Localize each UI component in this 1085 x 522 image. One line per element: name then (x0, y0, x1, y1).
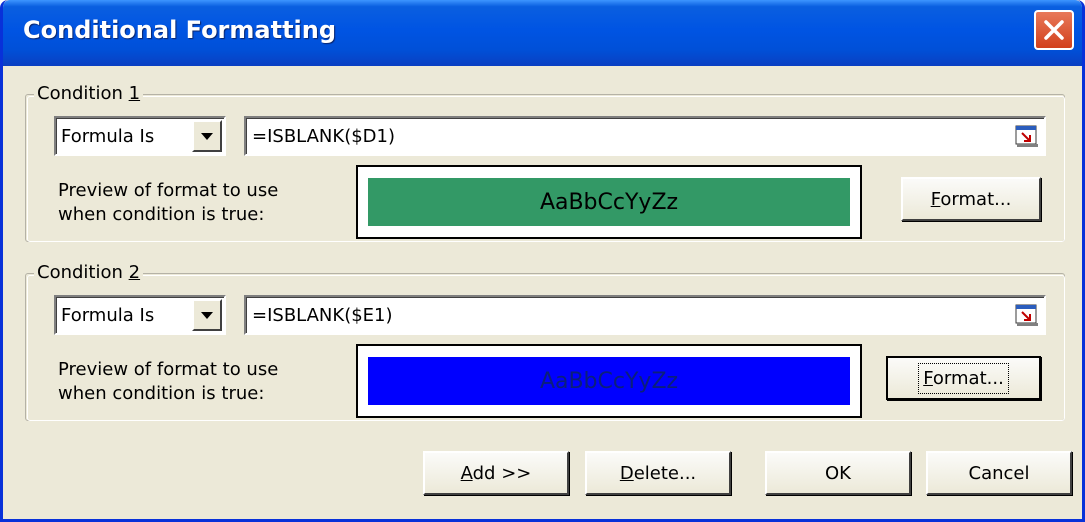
condition-2-type-select[interactable]: Formula Is (54, 295, 226, 335)
condition-2-type-value: Formula Is (61, 305, 155, 326)
close-icon (1044, 20, 1064, 40)
condition-2-preview-label: Preview of format to use when condition … (58, 359, 279, 404)
cancel-button[interactable]: Cancel (926, 451, 1072, 495)
condition-1-legend: Condition 1 (34, 83, 144, 104)
dialog-title: Conditional Formatting (23, 16, 337, 44)
condition-2-format-button[interactable]: Format... (886, 356, 1041, 400)
collapse-dialog-icon[interactable] (1014, 123, 1040, 149)
chevron-down-icon[interactable] (192, 120, 222, 152)
condition-2-formula-input[interactable]: =ISBLANK($E1) (244, 295, 1046, 335)
condition-1-type-value: Formula Is (61, 126, 155, 147)
condition-2-formula-value: =ISBLANK($E1) (252, 305, 393, 326)
condition-2-legend: Condition 2 (34, 262, 144, 283)
add-button[interactable]: Add >> (423, 451, 569, 495)
title-bar[interactable]: Conditional Formatting (3, 0, 1082, 66)
condition-1-type-select[interactable]: Formula Is (54, 116, 226, 156)
collapse-dialog-icon[interactable] (1014, 302, 1040, 328)
condition-2-group: Condition 2 Formula Is =ISBLANK($E1) Pre… (25, 262, 1065, 421)
condition-1-format-button[interactable]: Format... (901, 177, 1041, 221)
condition-2-preview-box: AaBbCcYyZz (356, 344, 862, 418)
condition-2-preview-sample: AaBbCcYyZz (368, 357, 850, 405)
condition-1-formula-value: =ISBLANK($D1) (252, 126, 395, 147)
close-button[interactable] (1034, 10, 1074, 50)
conditional-formatting-dialog: Conditional Formatting Condition 1 Formu… (0, 0, 1085, 522)
condition-1-preview-label: Preview of format to use when condition … (58, 180, 279, 225)
condition-1-formula-input[interactable]: =ISBLANK($D1) (244, 116, 1046, 156)
chevron-down-icon[interactable] (192, 299, 222, 331)
ok-button[interactable]: OK (765, 451, 911, 495)
condition-1-preview-sample: AaBbCcYyZz (368, 178, 850, 226)
condition-1-preview-box: AaBbCcYyZz (356, 165, 862, 239)
condition-1-group: Condition 1 Formula Is =ISBLANK($D1) Pre… (25, 83, 1065, 242)
delete-button[interactable]: Delete... (585, 451, 731, 495)
